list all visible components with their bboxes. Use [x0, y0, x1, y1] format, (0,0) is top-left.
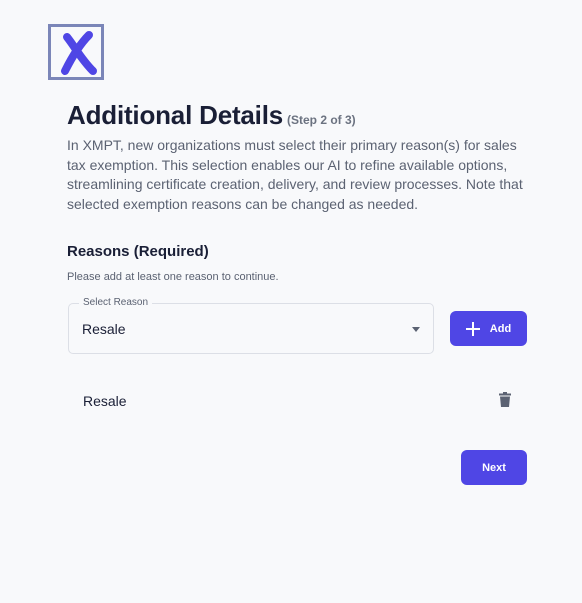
reasons-title: Reasons (Required)	[67, 243, 209, 260]
page-description: In XMPT, new organizations must select t…	[67, 137, 523, 212]
reason-select-value: Resale	[82, 321, 126, 337]
next-button[interactable]: Next	[461, 450, 527, 485]
reason-select[interactable]: Select Reason Resale	[68, 297, 434, 354]
page-title: Additional Details	[67, 100, 283, 130]
reasons-hint: Please add at least one reason to contin…	[67, 271, 279, 283]
app-logo	[48, 24, 104, 80]
reason-item-label: Resale	[83, 393, 127, 409]
trash-icon[interactable]	[499, 392, 511, 407]
title-row: Additional Details (Step 2 of 3)	[67, 100, 527, 131]
step-indicator: (Step 2 of 3)	[286, 113, 356, 127]
chevron-down-icon	[412, 327, 420, 332]
add-reason-label: Add	[489, 322, 512, 335]
list-item: Resale	[68, 384, 527, 416]
x-logo-icon	[61, 31, 97, 75]
reason-select-label: Select Reason	[79, 297, 153, 308]
header-section: Additional Details (Step 2 of 3) In XMPT…	[67, 100, 527, 214]
add-reason-button[interactable]: Add	[450, 311, 527, 346]
plus-icon	[465, 321, 480, 336]
